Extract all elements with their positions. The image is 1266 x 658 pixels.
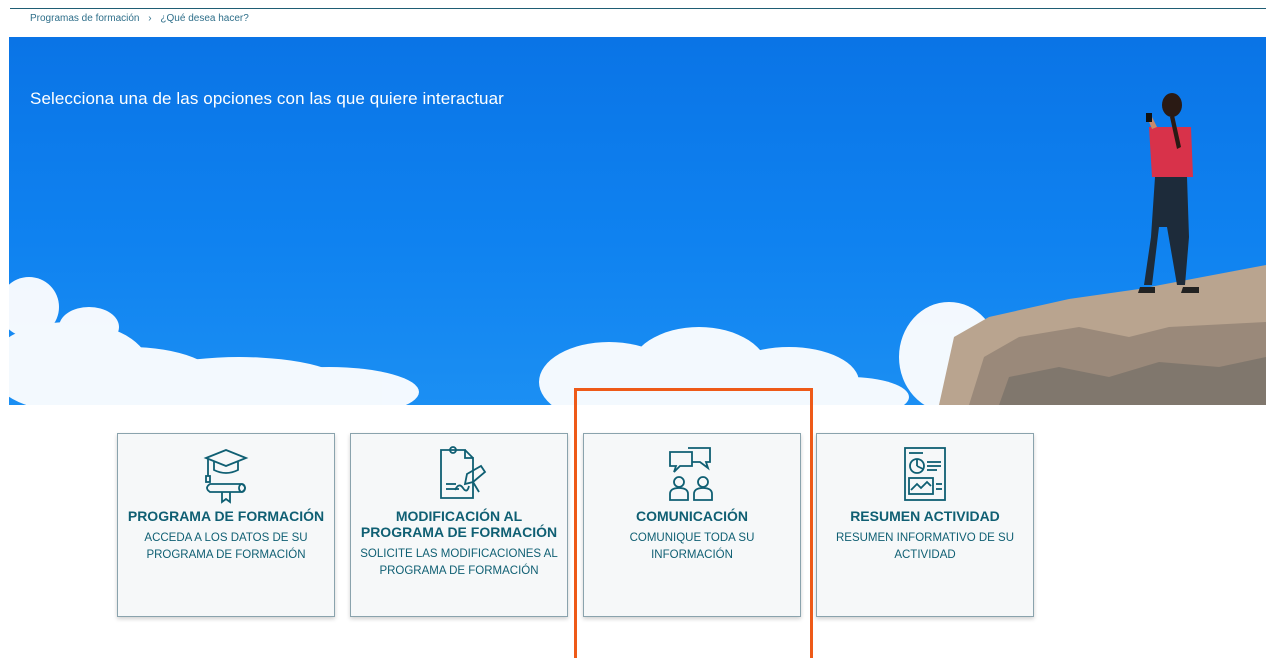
card-title: COMUNICACIÓN COMUNIQUE TODA SU INFORMACI… — [592, 508, 792, 564]
hero-banner: Selecciona una de las opciones con las q… — [9, 37, 1266, 405]
card-title: PROGRAMA DE FORMACIÓN ACCEDA A LOS DATOS… — [126, 508, 326, 564]
card-title-text: COMUNICACIÓN — [636, 508, 748, 524]
top-divider — [10, 8, 1266, 9]
person-figure — [1138, 93, 1199, 293]
chat-people-icon — [662, 444, 722, 504]
card-description: COMUNIQUE TODA SU INFORMACIÓN — [629, 532, 755, 561]
breadcrumb-item-programas[interactable]: Programas de formación — [30, 13, 140, 24]
card-title-text: RESUMEN ACTIVIDAD — [850, 508, 1000, 524]
card-title-text: MODIFICACIÓN AL PROGRAMA DE FORMACIÓN — [360, 508, 558, 540]
card-title-text: PROGRAMA DE FORMACIÓN — [127, 508, 325, 524]
breadcrumb-separator: › — [148, 13, 152, 24]
card-title: RESUMEN ACTIVIDAD RESUMEN INFORMATIVO DE… — [825, 508, 1025, 564]
card-programa-formacion[interactable]: PROGRAMA DE FORMACIÓN ACCEDA A LOS DATOS… — [117, 433, 335, 617]
document-signature-icon — [429, 444, 489, 504]
card-resumen-actividad[interactable]: RESUMEN ACTIVIDAD RESUMEN INFORMATIVO DE… — [816, 433, 1034, 617]
breadcrumb: Programas de formación › ¿Qué desea hace… — [30, 13, 255, 24]
card-modificacion-programa[interactable]: MODIFICACIÓN AL PROGRAMA DE FORMACIÓN SO… — [350, 433, 568, 617]
clouds — [9, 277, 999, 405]
report-chart-icon — [895, 444, 955, 504]
graduation-cap-diploma-icon — [196, 444, 256, 504]
card-comunicacion[interactable]: COMUNICACIÓN COMUNIQUE TODA SU INFORMACI… — [583, 433, 801, 617]
breadcrumb-item-current: ¿Qué desea hacer? — [160, 13, 249, 24]
hero-title: Selecciona una de las opciones con las q… — [30, 89, 504, 108]
card-description: ACCEDA A LOS DATOS DE SU PROGRAMA DE FOR… — [144, 532, 308, 561]
card-title: MODIFICACIÓN AL PROGRAMA DE FORMACIÓN SO… — [359, 508, 559, 580]
card-description: SOLICITE LAS MODIFICACIONES AL PROGRAMA … — [360, 548, 558, 577]
card-description: RESUMEN INFORMATIVO DE SU ACTIVIDAD — [835, 532, 1015, 561]
